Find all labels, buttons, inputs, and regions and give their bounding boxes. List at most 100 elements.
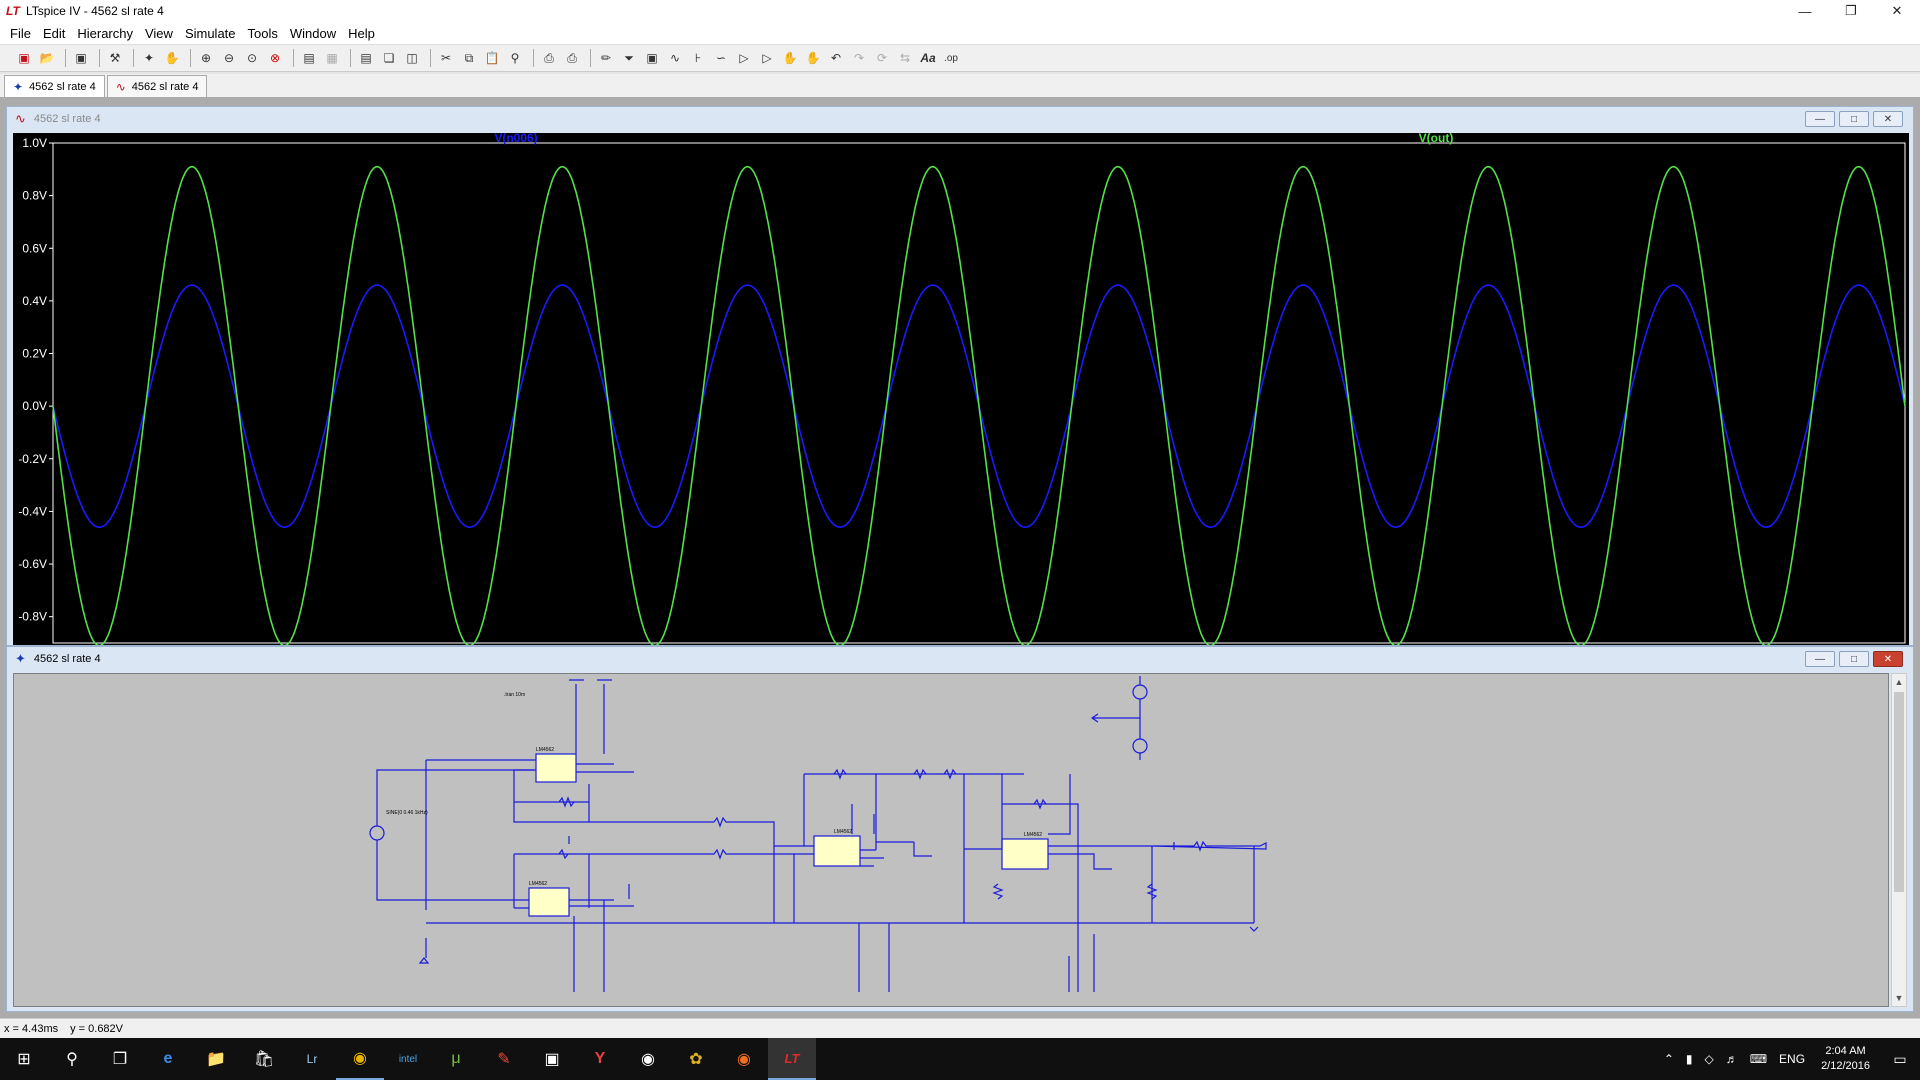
menu-help[interactable]: Help: [342, 26, 381, 41]
new-schematic-icon[interactable]: ▣: [14, 48, 34, 68]
copy-icon[interactable]: ⧉: [459, 48, 479, 68]
opamp-u7[interactable]: [1001, 838, 1049, 870]
mirror-icon[interactable]: ⇆: [895, 48, 915, 68]
move-icon[interactable]: ✋: [780, 48, 800, 68]
paint-icon[interactable]: ✎: [480, 1038, 528, 1080]
minimize-button[interactable]: —: [1782, 0, 1828, 22]
zoom-fit-icon[interactable]: ⊙: [242, 48, 262, 68]
lightroom-icon[interactable]: Lr: [288, 1038, 336, 1080]
opamp-u8[interactable]: [535, 753, 577, 783]
opamp-u9[interactable]: [528, 887, 570, 917]
zoom-in-icon[interactable]: ⊕: [196, 48, 216, 68]
grid-icon[interactable]: ▦: [322, 48, 342, 68]
vertical-scrollbar[interactable]: ▲ ▼: [1891, 673, 1907, 1007]
resistor-icon[interactable]: ∿: [665, 48, 685, 68]
windows-start-icon[interactable]: ⊞: [0, 1038, 48, 1080]
menu-window[interactable]: Window: [284, 26, 342, 41]
language-indicator[interactable]: ENG: [1779, 1052, 1805, 1066]
resistor-r9[interactable]: [589, 848, 814, 860]
print-icon[interactable]: ⎙: [539, 48, 559, 68]
keyboard-icon[interactable]: ⌨: [1750, 1052, 1767, 1066]
store-icon[interactable]: 🛍: [240, 1038, 288, 1080]
scroll-up-arrow[interactable]: ▲: [1892, 674, 1906, 690]
yandex-icon[interactable]: Y: [576, 1038, 624, 1080]
voltage-source-v2[interactable]: [1132, 738, 1148, 754]
file-explorer-icon[interactable]: 📁: [192, 1038, 240, 1080]
menu-edit[interactable]: Edit: [37, 26, 71, 41]
scroll-thumb[interactable]: [1894, 692, 1904, 892]
palette-icon[interactable]: ✿: [672, 1038, 720, 1080]
trace-label-v-out[interactable]: V(out): [1419, 131, 1454, 145]
label-icon[interactable]: ▣: [642, 48, 662, 68]
intel-icon[interactable]: intel: [384, 1038, 432, 1080]
tab-waveform[interactable]: ∿ 4562 sl rate 4: [106, 75, 208, 97]
cut-icon[interactable]: ✂: [436, 48, 456, 68]
paste-icon[interactable]: 📋: [482, 48, 502, 68]
voltage-source-v1[interactable]: [369, 825, 385, 841]
network-icon[interactable]: ◇: [1704, 1052, 1713, 1066]
restore-button[interactable]: ❐: [1828, 0, 1874, 22]
save-icon[interactable]: ▣: [71, 48, 91, 68]
close-button[interactable]: ✕: [1873, 111, 1903, 127]
drag-icon[interactable]: ✋: [803, 48, 823, 68]
inductor-icon[interactable]: ∽: [711, 48, 731, 68]
edge-icon[interactable]: e: [144, 1038, 192, 1080]
tile-vertical-icon[interactable]: ◫: [402, 48, 422, 68]
undo-icon[interactable]: ↶: [826, 48, 846, 68]
diode-icon[interactable]: ▷: [734, 48, 754, 68]
menu-view[interactable]: View: [139, 26, 179, 41]
maximize-button[interactable]: □: [1839, 111, 1869, 127]
firefox-icon[interactable]: ◉: [720, 1038, 768, 1080]
zoom-out-icon[interactable]: ⊖: [219, 48, 239, 68]
search-icon[interactable]: ⚲: [48, 1038, 96, 1080]
find-icon[interactable]: ⚲: [505, 48, 525, 68]
chevron-up-icon[interactable]: ⌃: [1664, 1052, 1674, 1066]
notification-icon[interactable]: ▭: [1880, 1051, 1920, 1068]
menu-file[interactable]: File: [4, 26, 37, 41]
camera-icon[interactable]: ◉: [624, 1038, 672, 1080]
text-icon[interactable]: Aa: [918, 48, 938, 68]
print-setup-icon[interactable]: ⎙: [562, 48, 582, 68]
tile-horizontal-icon[interactable]: ▤: [356, 48, 376, 68]
utorrent-icon[interactable]: μ: [432, 1038, 480, 1080]
opamp-u6[interactable]: [813, 835, 861, 867]
autorange-icon[interactable]: ▤: [299, 48, 319, 68]
minimize-button[interactable]: —: [1805, 111, 1835, 127]
voltage-source-v1[interactable]: [1132, 684, 1148, 700]
wire-icon[interactable]: ✏: [596, 48, 616, 68]
halt-icon[interactable]: ✋: [162, 48, 182, 68]
close-button[interactable]: ✕: [1874, 0, 1920, 22]
schematic-drawing[interactable]: .tran 10m SINE(0 0.46 1kHz) LM4562 LM456…: [14, 674, 1888, 1006]
volume-icon[interactable]: ♬: [1726, 1052, 1738, 1066]
trace-label-v-n006[interactable]: V(n006): [494, 131, 537, 145]
resistor-r10[interactable]: [589, 816, 814, 847]
resistor-r11[interactable]: [558, 836, 570, 860]
tab-schematic[interactable]: ✦ 4562 sl rate 4: [4, 75, 105, 97]
waveform-plot[interactable]: V(n006) V(out) 1.0V 0.8V 0.6V 0.4V 0.2V 0.0V -…: [13, 131, 1909, 647]
resistor-r4-r2[interactable]: [992, 883, 1158, 900]
ground-icon[interactable]: ⏷: [619, 48, 639, 68]
app-icon[interactable]: ▣: [528, 1038, 576, 1080]
control-panel-icon[interactable]: ⚒: [105, 48, 125, 68]
redo-icon[interactable]: ↷: [849, 48, 869, 68]
open-icon[interactable]: 📂: [37, 48, 57, 68]
schematic-canvas[interactable]: .tran 10m SINE(0 0.46 1kHz) LM4562 LM456…: [13, 673, 1889, 1007]
clock[interactable]: 2:04 AM 2/12/2016: [1821, 1044, 1870, 1074]
capacitor-icon[interactable]: ⊦: [688, 48, 708, 68]
rotate-icon[interactable]: ⟳: [872, 48, 892, 68]
directive-text[interactable]: .tran 10m: [504, 692, 525, 698]
waveform-window-titlebar[interactable]: ∿ 4562 sl rate 4: [7, 107, 1913, 131]
maximize-button[interactable]: □: [1839, 651, 1869, 667]
component-icon[interactable]: ▷: [757, 48, 777, 68]
schematic-window-titlebar[interactable]: ✦ 4562 sl rate 4: [7, 647, 1913, 671]
waveform-svg[interactable]: V(n006) V(out) 1.0V 0.8V 0.6V 0.4V 0.2V 0.0V -…: [13, 131, 1909, 647]
minimize-button[interactable]: —: [1805, 651, 1835, 667]
close-button[interactable]: ✕: [1873, 651, 1903, 667]
zoom-cancel-icon[interactable]: ⊗: [265, 48, 285, 68]
task-view-icon[interactable]: ❐: [96, 1038, 144, 1080]
run-icon[interactable]: ✦: [139, 48, 159, 68]
scroll-down-arrow[interactable]: ▼: [1892, 990, 1906, 1006]
ltspice-icon[interactable]: LT: [768, 1038, 816, 1080]
menu-simulate[interactable]: Simulate: [179, 26, 242, 41]
menu-tools[interactable]: Tools: [242, 26, 284, 41]
